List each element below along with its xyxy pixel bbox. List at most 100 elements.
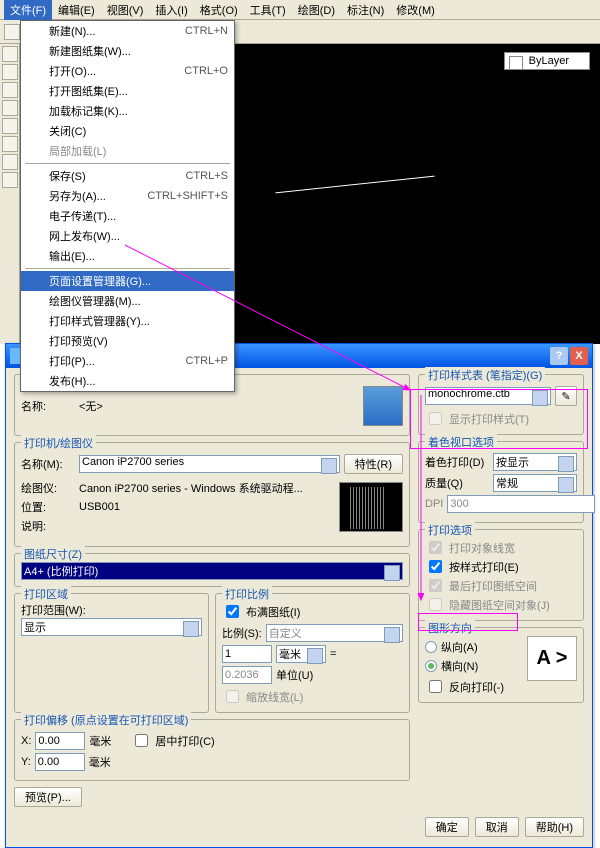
show-style-checkbox bbox=[429, 412, 442, 425]
menu-item[interactable]: 发布(H)... bbox=[21, 371, 234, 391]
x-label: X: bbox=[21, 735, 31, 747]
tb-new[interactable] bbox=[4, 24, 20, 40]
lt-3[interactable] bbox=[2, 82, 18, 98]
publish-icon bbox=[27, 373, 45, 389]
properties-button[interactable]: 特性(R) bbox=[344, 454, 403, 474]
blank-icon bbox=[27, 103, 45, 119]
lt-7[interactable] bbox=[2, 154, 18, 170]
group-scale-title: 打印比例 bbox=[222, 586, 272, 602]
shade-label: 着色打印(D) bbox=[425, 454, 489, 470]
lt-6[interactable] bbox=[2, 136, 18, 152]
drawing-line bbox=[275, 176, 434, 194]
page-icon bbox=[27, 273, 45, 289]
opt2-checkbox[interactable] bbox=[429, 560, 442, 573]
blank-icon bbox=[27, 123, 45, 139]
menu-5[interactable]: 工具(T) bbox=[244, 0, 292, 20]
scale-select[interactable]: 自定义 bbox=[266, 624, 403, 642]
menu-item[interactable]: 输出(E)... bbox=[21, 246, 234, 266]
x-input[interactable] bbox=[35, 732, 85, 750]
lt-1[interactable] bbox=[2, 46, 18, 62]
fit-checkbox[interactable] bbox=[226, 605, 239, 618]
menu-item[interactable]: 新建(N)...CTRL+N bbox=[21, 21, 234, 41]
group-offset: 打印偏移 (原点设置在可打印区域) X:毫米 居中打印(C) Y:毫米 bbox=[14, 719, 410, 781]
menu-item[interactable]: 绘图仪管理器(M)... bbox=[21, 291, 234, 311]
menu-item[interactable]: 电子传递(T)... bbox=[21, 206, 234, 226]
group-area-title: 打印区域 bbox=[21, 586, 71, 602]
save-icon bbox=[27, 168, 45, 184]
menu-item[interactable]: 网上发布(W)... bbox=[21, 226, 234, 246]
menu-item[interactable]: 打印(P)...CTRL+P bbox=[21, 351, 234, 371]
help-button-bottom[interactable]: 帮助(H) bbox=[525, 817, 584, 837]
ok-button[interactable]: 确定 bbox=[425, 817, 469, 837]
close-button[interactable]: X bbox=[570, 347, 588, 365]
shade-select[interactable]: 按显示 bbox=[493, 453, 577, 471]
lineweight-checkbox bbox=[226, 690, 239, 703]
menu-3[interactable]: 插入(I) bbox=[149, 0, 193, 20]
scale-num[interactable] bbox=[222, 645, 272, 663]
style-select[interactable]: monochrome.ctb bbox=[425, 387, 551, 405]
menu-6[interactable]: 绘图(D) bbox=[292, 0, 341, 20]
landscape-radio[interactable] bbox=[425, 660, 437, 672]
quality-label: 质量(Q) bbox=[425, 475, 489, 491]
plotter-value: Canon iP2700 series - Windows 系统驱动程... bbox=[79, 480, 303, 496]
quality-select[interactable]: 常规 bbox=[493, 474, 577, 492]
portrait-radio[interactable] bbox=[425, 641, 437, 653]
menu-item[interactable]: 关闭(C) bbox=[21, 121, 234, 141]
blank-icon bbox=[27, 188, 45, 204]
location-label: 位置: bbox=[21, 499, 75, 515]
bylayer-control[interactable]: ByLayer bbox=[504, 52, 590, 70]
unit-select[interactable]: 毫米 bbox=[276, 645, 326, 663]
lt-8[interactable] bbox=[2, 172, 18, 188]
menu-item[interactable]: 打开(O)...CTRL+O bbox=[21, 61, 234, 81]
menu-4[interactable]: 格式(O) bbox=[194, 0, 244, 20]
menu-item[interactable]: 打开图纸集(E)... bbox=[21, 81, 234, 101]
group-scale: 打印比例 布满图纸(I) 比例(S):自定义 毫米= 单位(U) 缩放线宽(L) bbox=[215, 593, 410, 713]
menu-item[interactable]: 加载标记集(K)... bbox=[21, 101, 234, 121]
group-printer-title: 打印机/绘图仪 bbox=[21, 435, 96, 451]
group-shaded-title: 着色视口选项 bbox=[425, 434, 497, 450]
group-offset-title: 打印偏移 (原点设置在可打印区域) bbox=[21, 712, 191, 728]
send-icon bbox=[27, 208, 45, 224]
menu-7[interactable]: 标注(N) bbox=[341, 0, 390, 20]
help-button[interactable]: ? bbox=[550, 347, 568, 365]
menu-item[interactable]: 另存为(A)...CTRL+SHIFT+S bbox=[21, 186, 234, 206]
group-opts-title: 打印选项 bbox=[425, 522, 475, 538]
menu-item[interactable]: 打印样式管理器(Y)... bbox=[21, 311, 234, 331]
menu-item[interactable]: 打印预览(V) bbox=[21, 331, 234, 351]
plotter-label: 绘图仪: bbox=[21, 480, 75, 496]
flip-checkbox[interactable] bbox=[429, 680, 442, 693]
new-icon bbox=[27, 23, 45, 39]
new-icon bbox=[27, 43, 45, 59]
menu-item[interactable]: 保存(S)CTRL+S bbox=[21, 166, 234, 186]
range-select[interactable]: 显示 bbox=[21, 618, 202, 636]
group-printer: 打印机/绘图仪 名称(M): Canon iP2700 series 特性(R)… bbox=[14, 442, 410, 547]
menu-0[interactable]: 文件(F) bbox=[4, 0, 52, 20]
orientation-preview: A > bbox=[527, 636, 577, 681]
center-checkbox[interactable] bbox=[135, 734, 148, 747]
paper-preview bbox=[339, 482, 403, 532]
paper-select[interactable]: A4+ (比例打印) bbox=[21, 562, 403, 580]
menu-item: 局部加载(L) bbox=[21, 141, 234, 161]
drawing-canvas[interactable]: ByLayer bbox=[235, 44, 600, 344]
style-edit-button[interactable]: ✎ bbox=[555, 386, 577, 406]
group-style-title: 打印样式表 (笔指定)(G) bbox=[425, 367, 545, 383]
cancel-button[interactable]: 取消 bbox=[475, 817, 519, 837]
group-orient-title: 图形方向 bbox=[425, 620, 475, 636]
menu-2[interactable]: 视图(V) bbox=[101, 0, 150, 20]
lt-4[interactable] bbox=[2, 100, 18, 116]
menu-item[interactable]: 新建图纸集(W)... bbox=[21, 41, 234, 61]
menu-8[interactable]: 修改(M) bbox=[390, 0, 441, 20]
group-orientation: 图形方向 纵向(A) 横向(N) 反向打印(-) A > bbox=[418, 627, 584, 703]
menu-1[interactable]: 编辑(E) bbox=[52, 0, 101, 20]
menu-item[interactable]: 页面设置管理器(G)... bbox=[21, 271, 234, 291]
group-shaded: 着色视口选项 着色打印(D)按显示 质量(Q)常规 DPI bbox=[418, 441, 584, 523]
units-input[interactable] bbox=[222, 666, 272, 684]
name-value: <无> bbox=[79, 398, 359, 414]
preview-button[interactable]: 预览(P)... bbox=[14, 787, 82, 807]
fit-label: 布满图纸(I) bbox=[246, 604, 300, 620]
lt-5[interactable] bbox=[2, 118, 18, 134]
printer-select[interactable]: Canon iP2700 series bbox=[79, 455, 340, 473]
y-input[interactable] bbox=[35, 753, 85, 771]
blank-icon bbox=[27, 248, 45, 264]
lt-2[interactable] bbox=[2, 64, 18, 80]
